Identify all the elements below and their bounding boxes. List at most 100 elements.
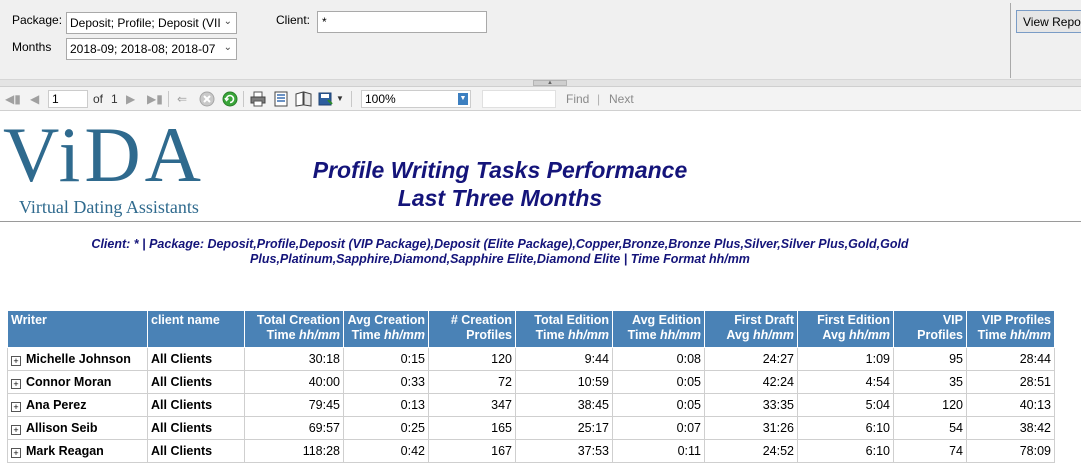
value-cell: 0:13 [343,393,429,417]
value-cell: 0:33 [343,370,429,394]
expand-icon[interactable]: + [11,425,21,435]
value-cell: 78:09 [966,439,1055,463]
column-header: Total Edition Time hh/mm [515,310,613,348]
column-header: client name [147,310,245,348]
value-cell: 40:00 [244,370,344,394]
table-row: + Michelle Johnson All Clients 30:18 0:15 120… [7,347,1055,371]
table-header-row: Writer client name Total Creation Time hh/m… [7,310,1055,348]
column-header-unit: hh/mm [299,328,340,342]
value-cell: 24:27 [704,347,798,371]
column-header-line: First Draft [734,313,794,327]
expand-icon[interactable]: + [11,356,21,366]
last-page-icon[interactable]: ▶▮ [147,91,163,107]
chevron-down-icon: ▼ [458,93,468,105]
writer-cell: + Allison Seib [7,416,148,440]
column-header: VIP Profiles Time hh/mm [966,310,1055,348]
value-cell: 54 [893,416,967,440]
value-cell: 37:53 [515,439,613,463]
find-input[interactable] [482,90,556,108]
header-divider [0,221,1081,222]
column-header-line: Avg Creation [347,313,425,327]
expand-icon[interactable]: + [11,379,21,389]
column-header-text: Time [266,328,300,342]
column-header-line: Avg hh/mm [708,328,794,343]
table-row: + Mark Reagan All Clients 118:28 0:42 167 37:5… [7,439,1055,463]
column-header-line: First Edition [817,313,890,327]
value-cell: 33:35 [704,393,798,417]
package-select[interactable]: Deposit; Profile; Deposit (VII ⌄ [66,12,237,34]
chevron-down-icon: ⌄ [223,42,232,53]
months-select-value: 2018-09; 2018-08; 2018-07 [70,42,216,56]
column-header-line: Writer [11,313,47,327]
panel-splitter[interactable]: ▲ [0,80,1081,87]
print-layout-icon[interactable] [273,91,289,107]
column-header-line: Total Edition [534,313,609,327]
find-separator: | [597,92,601,106]
client-input[interactable]: * [317,11,487,33]
value-cell: 6:10 [797,439,894,463]
column-header-unit: hh/mm [753,328,794,342]
filter-summary: Client: * | Package: Deposit,Profile,Dep… [40,237,960,267]
column-header-text: Time [977,328,1011,342]
previous-page-icon[interactable]: ◀ [30,91,39,107]
collapse-handle-icon[interactable]: ▲ [533,80,567,86]
value-cell: 28:51 [966,370,1055,394]
column-header-text: Profiles [917,328,963,342]
chevron-down-icon: ⌄ [223,16,232,27]
table-row: + Ana Perez All Clients 79:45 0:13 347 38:45 0:… [7,393,1055,417]
refresh-icon[interactable] [222,91,238,107]
page-setup-icon[interactable] [295,91,313,107]
column-header-text: Time [627,328,661,342]
value-cell: 0:11 [612,439,705,463]
next-page-icon[interactable]: ▶ [126,91,135,107]
client-cell: All Clients [147,416,245,440]
page-number-input[interactable]: 1 [48,90,88,108]
writer-name: Ana Perez [26,398,87,412]
print-icon[interactable] [250,91,266,107]
client-label: Client: [276,13,311,27]
value-cell: 0:15 [343,347,429,371]
column-header-unit: hh/mm [568,328,609,342]
column-header-line: VIP Profiles [981,313,1051,327]
first-page-icon[interactable]: ◀▮ [5,91,21,107]
value-cell: 118:28 [244,439,344,463]
column-header-line: Profiles [432,328,512,343]
value-cell: 30:18 [244,347,344,371]
column-header-line: # Creation [450,313,512,327]
column-header-text: Avg [822,328,850,342]
writer-name: Mark Reagan [26,444,104,458]
column-header-unit: hh/mm [660,328,701,342]
table-row: + Allison Seib All Clients 69:57 0:25 165 25:1… [7,416,1055,440]
value-cell: 0:42 [343,439,429,463]
toolbar-separator [351,91,352,107]
value-cell: 38:45 [515,393,613,417]
report-toolbar: ◀▮ ◀ 1 of 1 ▶ ▶▮ ⇐ ▼ 100% ▼ Find | Next [0,87,1081,111]
value-cell: 95 [893,347,967,371]
stop-icon[interactable] [199,91,215,107]
view-report-button[interactable]: View Report [1016,10,1081,33]
column-header-line: Time hh/mm [970,328,1051,343]
expand-icon[interactable]: + [11,448,21,458]
page-number-value: 1 [52,92,59,106]
months-select[interactable]: 2018-09; 2018-08; 2018-07 ⌄ [66,38,237,60]
column-header-unit: hh/mm [849,328,890,342]
back-icon[interactable]: ⇐ [177,91,187,107]
package-label: Package: [12,13,63,27]
column-header-line: Total Creation [256,313,340,327]
parameter-panel: Package: Deposit; Profile; Deposit (VII … [0,0,1081,80]
report-body: ViDA Virtual Dating Assistants Profile W… [0,111,1081,471]
zoom-select[interactable]: 100% ▼ [361,90,471,108]
writer-cell: + Connor Moran [7,370,148,394]
column-header-line: Avg hh/mm [801,328,890,343]
client-cell: All Clients [147,370,245,394]
next-link[interactable]: Next [609,91,634,107]
value-cell: 25:17 [515,416,613,440]
report-subtitle: Last Three Months [397,185,603,211]
vida-logo-tagline: Virtual Dating Assistants [19,197,199,217]
client-input-value: * [322,15,327,29]
value-cell: 28:44 [966,347,1055,371]
export-dropdown-icon[interactable]: ▼ [336,91,344,107]
export-icon[interactable] [318,91,334,107]
expand-icon[interactable]: + [11,402,21,412]
find-link[interactable]: Find [566,91,589,107]
